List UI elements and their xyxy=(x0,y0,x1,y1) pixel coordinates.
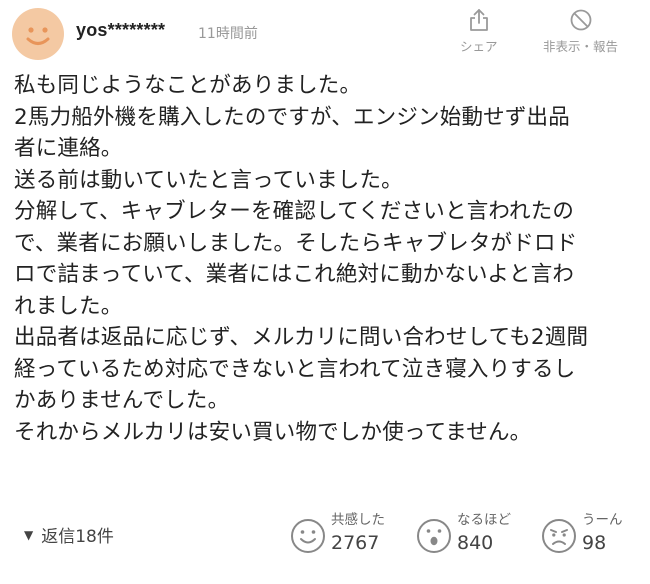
reaction-label: うーん xyxy=(582,512,623,528)
timestamp: 11時間前 xyxy=(198,26,258,42)
reaction-label: なるほど xyxy=(457,512,511,528)
share-label: シェア xyxy=(460,39,498,54)
reaction-hmm-button[interactable]: うーん 98 xyxy=(541,510,623,556)
comment-line: それからメルカリは安い買い物でしか使ってません。 xyxy=(14,419,532,445)
user-avatar[interactable] xyxy=(12,8,64,60)
comment-line: 送る前は動いていたと言っていました。 xyxy=(14,167,403,193)
frown-face-icon xyxy=(542,519,576,553)
comment-body: 私も同じようなことがありました。 2馬力船外機を購入したのですが、エンジン始動せ… xyxy=(14,70,636,448)
triangle-down-icon: ▼ xyxy=(24,527,34,542)
hide-report-button[interactable]: 非表示・報告 xyxy=(543,8,618,55)
reaction-label: 共感した xyxy=(331,512,385,528)
comment-line: 経っているため対応できないと言われて泣き寝入りするし xyxy=(14,356,576,382)
reaction-empathize-button[interactable]: 共感した 2767 xyxy=(290,510,385,556)
reaction-count: 98 xyxy=(582,532,607,554)
comment-line: 分解して、キャブレターを確認してくださいと言われたの xyxy=(14,199,575,224)
share-button[interactable]: シェア xyxy=(460,8,498,55)
hide-report-label: 非表示・報告 xyxy=(543,39,619,54)
prohibited-icon xyxy=(570,9,591,31)
comment-line: かありませんでした。 xyxy=(14,388,230,413)
comment-line: ロで詰まっていて、業者にはこれ絶対に動かないよと言わ xyxy=(14,262,575,287)
comment-line: れました。 xyxy=(14,293,123,319)
comment-line: 2馬力船外機を購入したのですが、エンジン始動せず出品 xyxy=(14,104,570,130)
share-icon xyxy=(469,9,488,31)
smile-face-icon xyxy=(291,519,325,553)
replies-label: 返信18件 xyxy=(41,527,114,547)
comment-line: 者に連絡。 xyxy=(14,136,123,161)
reaction-insightful-button[interactable]: なるほど 840 xyxy=(416,510,511,556)
reaction-count: 840 xyxy=(457,532,494,554)
comment-line: で、業者にお願いしました。そしたらキャブレタがドロド xyxy=(14,230,578,256)
reaction-count: 2767 xyxy=(331,532,380,554)
surprised-face-icon xyxy=(417,519,451,553)
smiley-avatar-icon xyxy=(26,27,50,45)
replies-toggle[interactable]: ▼ 返信18件 xyxy=(24,522,114,547)
username[interactable]: yos******** xyxy=(76,20,165,41)
comment-line: 私も同じようなことがありました。 xyxy=(14,73,362,98)
comment-line: 出品者は返品に応じず、メルカリに問い合わせしても2週間 xyxy=(14,325,589,350)
